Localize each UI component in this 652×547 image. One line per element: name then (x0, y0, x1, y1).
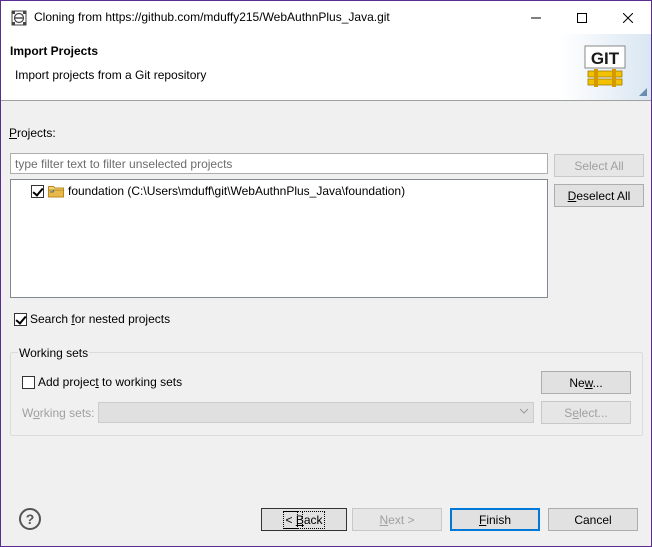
maximize-button[interactable] (559, 1, 605, 34)
new-working-set-button[interactable]: New... (541, 371, 631, 394)
finish-button[interactable]: Finish (450, 508, 540, 531)
window-title: Cloning from https://github.com/mduffy21… (34, 10, 390, 24)
maximize-icon (577, 12, 587, 23)
eclipse-app-icon (11, 10, 27, 26)
select-working-set-button[interactable]: Select... (541, 401, 631, 424)
title-bar[interactable]: Cloning from https://github.com/mduffy21… (1, 1, 651, 34)
add-to-working-sets-checkbox[interactable] (22, 375, 35, 389)
import-dialog: Cloning from https://github.com/mduffy21… (0, 0, 652, 547)
minimize-icon (531, 17, 541, 18)
close-button[interactable] (605, 1, 651, 34)
nested-projects-checkbox[interactable] (14, 312, 27, 326)
working-sets-label: Working sets: (22, 406, 95, 420)
project-checkbox[interactable] (31, 184, 44, 198)
add-to-working-sets-label: Add project to working sets (38, 375, 183, 389)
wizard-banner: Import Projects Import projects from a G… (1, 34, 651, 101)
banner-corner-mark (639, 88, 647, 96)
back-button[interactable]: < Back (261, 508, 347, 531)
project-folder-icon (48, 185, 64, 197)
project-label: foundation (C:\Users\mduff\git\WebAuthnP… (68, 184, 406, 198)
select-all-button[interactable]: Select All (554, 154, 644, 177)
chevron-down-icon (519, 406, 529, 419)
deselect-all-button[interactable]: Deselect All (554, 184, 644, 207)
banner-title: Import Projects (10, 44, 99, 58)
close-icon (623, 12, 633, 23)
git-logo-icon: GIT (584, 45, 626, 87)
working-sets-combo[interactable] (98, 402, 534, 423)
banner-description: Import projects from a Git repository (15, 68, 207, 82)
minimize-button[interactable] (513, 1, 559, 34)
working-sets-group-title: Working sets (18, 346, 90, 360)
help-icon[interactable]: ? (19, 508, 41, 530)
nested-projects-option[interactable]: Search for nested projects (14, 312, 170, 326)
add-to-working-sets-option[interactable]: Add project to working sets (22, 375, 182, 389)
projects-label: Projects: (9, 126, 56, 140)
next-button[interactable]: Next > (352, 508, 442, 531)
list-item[interactable]: foundation (C:\Users\mduff\git\WebAuthnP… (31, 182, 405, 200)
nested-projects-label: Search for nested projects (30, 312, 171, 326)
project-filter-input[interactable] (10, 153, 548, 174)
cancel-button[interactable]: Cancel (548, 508, 638, 531)
git-logo-text: GIT (591, 49, 620, 68)
project-list[interactable]: foundation (C:\Users\mduff\git\WebAuthnP… (10, 179, 548, 298)
